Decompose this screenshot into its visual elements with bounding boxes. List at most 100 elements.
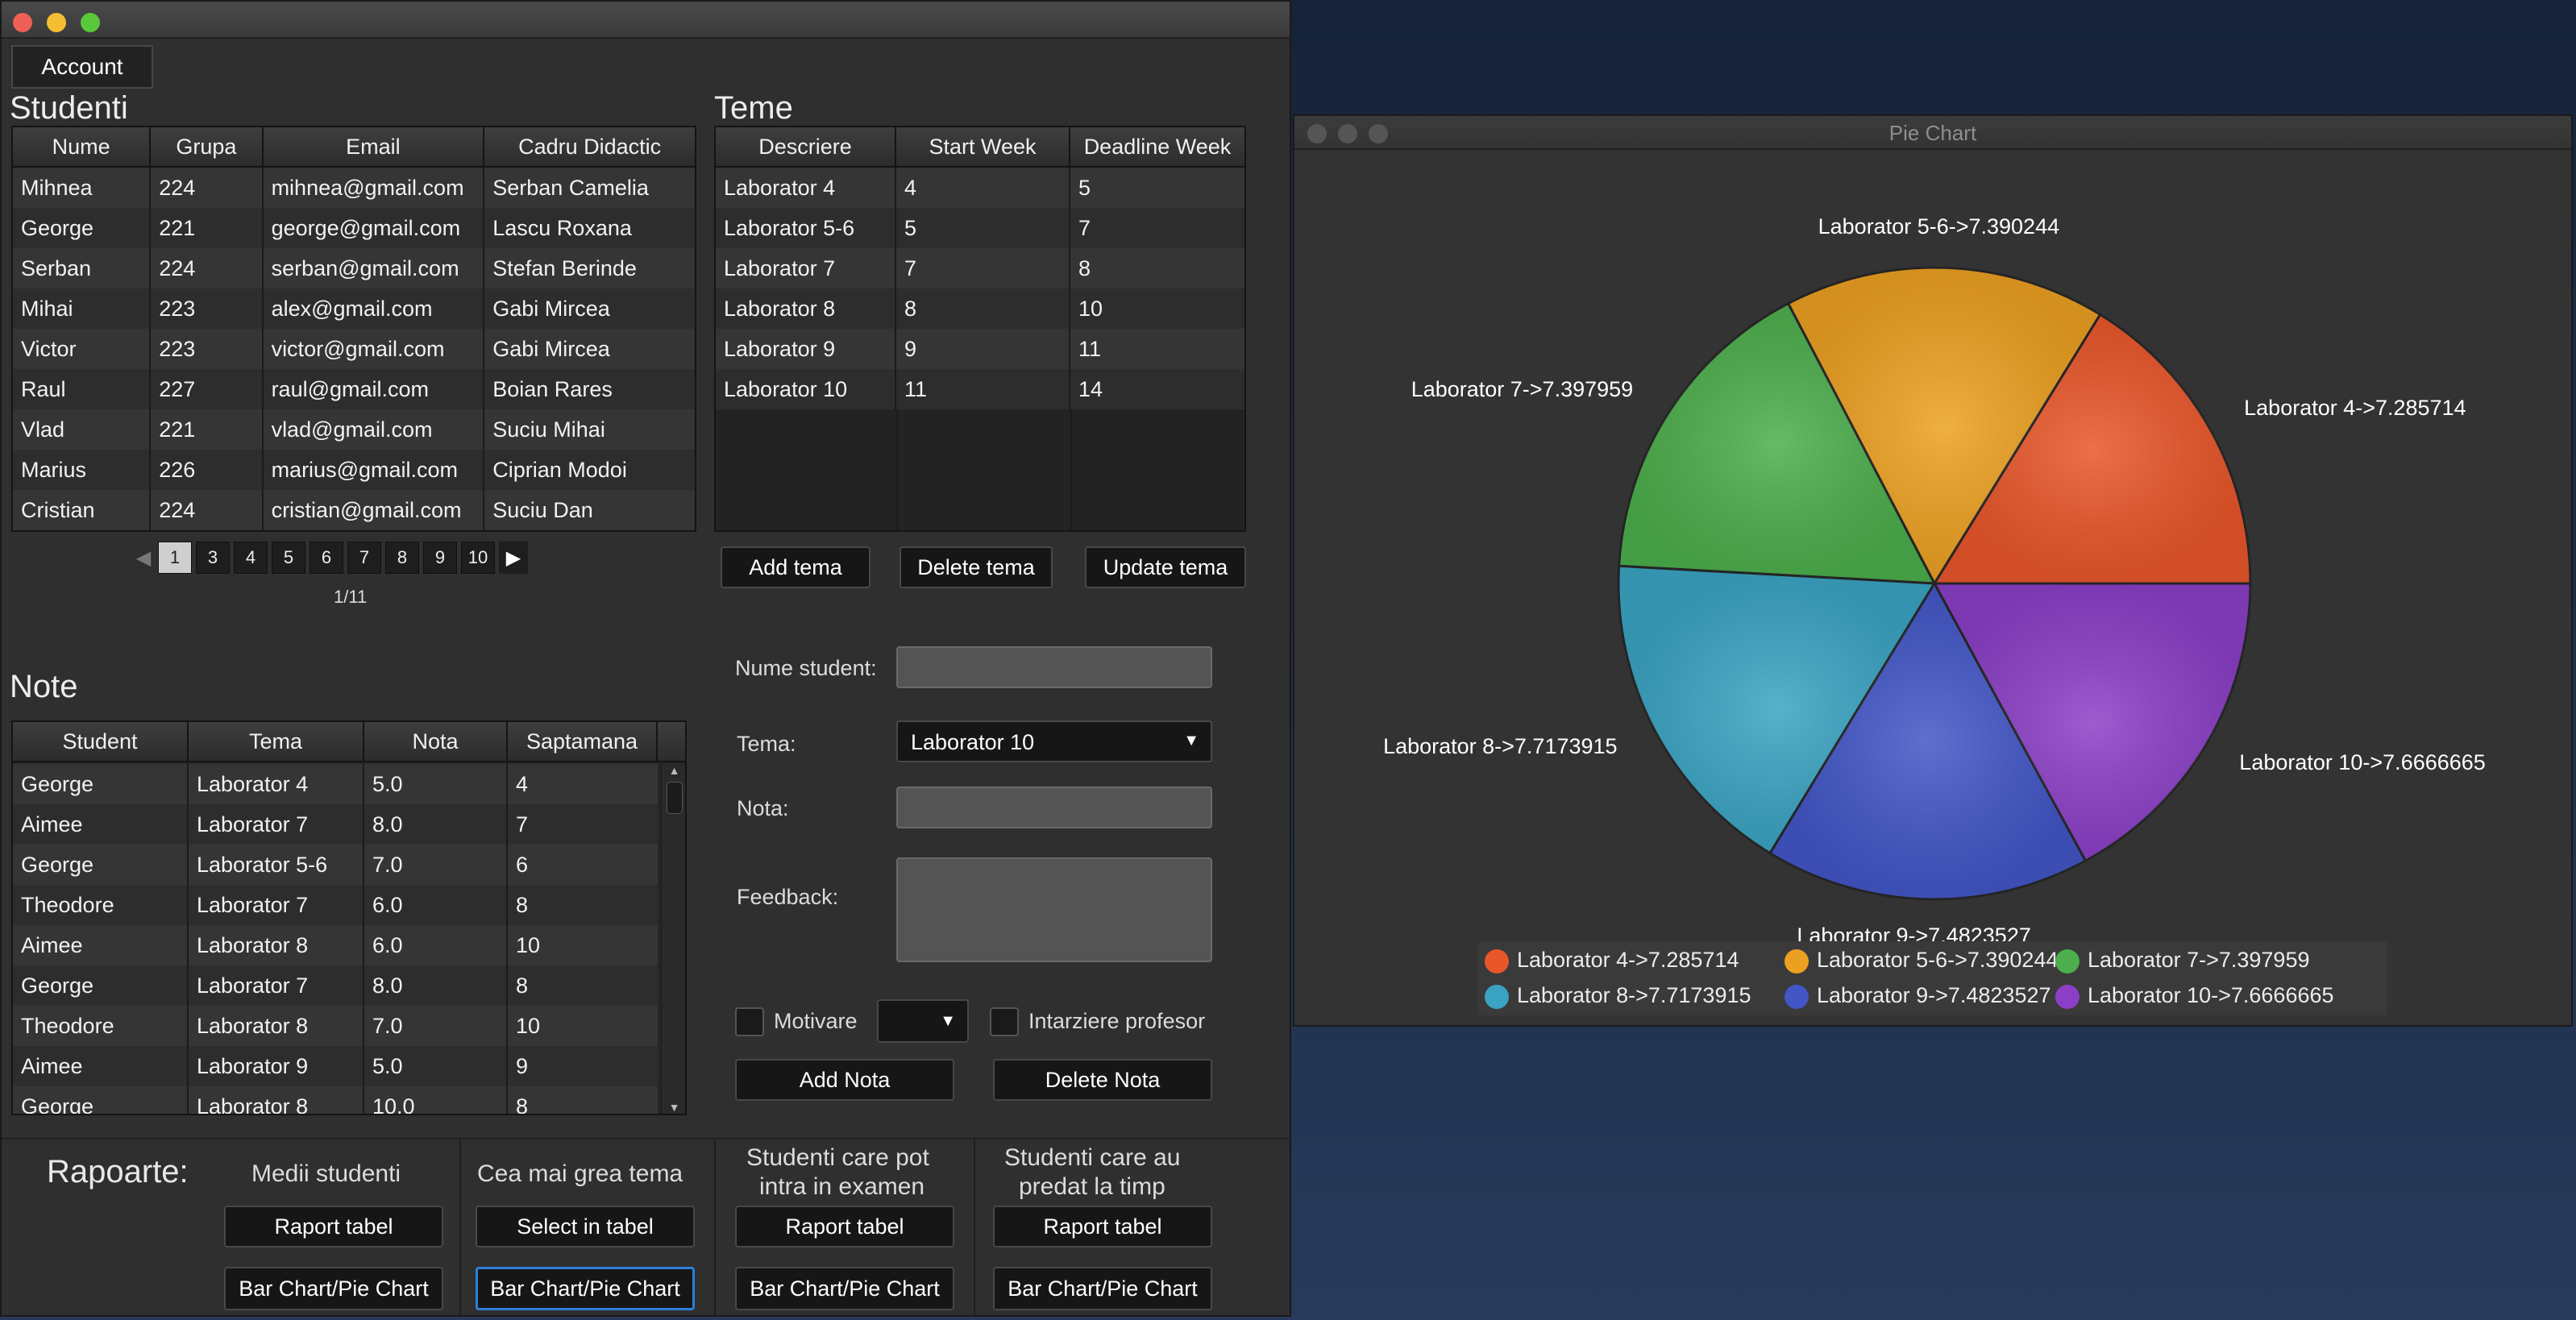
teme-table[interactable]: Descriere Start Week Deadline Week Labor… <box>714 126 1246 532</box>
scrollbar-thumb[interactable] <box>666 782 683 814</box>
timp-chart-button[interactable]: Bar Chart/Pie Chart <box>993 1267 1212 1310</box>
table-cell: 10 <box>1078 296 1103 321</box>
table-cell: Marius <box>13 450 152 490</box>
page-button[interactable]: 1 <box>158 542 192 574</box>
add-nota-button[interactable]: Add Nota <box>735 1059 954 1101</box>
table-row[interactable]: George Laborator 8 10.0 8 <box>13 1086 658 1114</box>
table-row[interactable]: Aimee Laborator 9 5.0 9 <box>13 1046 658 1086</box>
table-row[interactable]: Laborator 9 9 11 <box>716 329 1244 369</box>
maximize-button[interactable] <box>81 13 100 32</box>
chevron-down-icon[interactable]: ▼ <box>662 1101 685 1114</box>
legend-label: Laborator 8->7.7173915 <box>1517 983 1751 1007</box>
table-row[interactable]: George Laborator 7 8.0 8 <box>13 965 658 1006</box>
tema-select-value: Laborator 10 <box>911 730 1035 754</box>
table-row[interactable]: Laborator 778 <box>716 248 1244 288</box>
legend-label: Laborator 10->7.6666665 <box>2088 983 2334 1007</box>
column-header[interactable]: Tema <box>189 722 364 761</box>
timp-raport-tabel-button[interactable]: Raport tabel <box>993 1206 1212 1247</box>
column-header[interactable]: Descriere <box>716 127 896 166</box>
nota-input[interactable] <box>896 787 1212 828</box>
divider <box>714 1139 716 1315</box>
table-row[interactable]: Marius 226 marius@gmail.com Ciprian Modoi <box>13 450 695 490</box>
column-header[interactable]: Nume <box>13 127 152 166</box>
table-row[interactable]: George 221 george@gmail.com Lascu Roxana <box>13 208 695 248</box>
table-row[interactable]: Cristian 224 cristian@gmail.com Suciu Dan <box>13 490 695 530</box>
table-row[interactable]: Laborator 8 8 10 <box>716 288 1244 329</box>
update-tema-button[interactable]: Update tema <box>1085 546 1246 588</box>
column-header[interactable]: Student <box>13 722 189 761</box>
table-row[interactable]: Raul 227 raul@gmail.com Boian Rares <box>13 369 695 409</box>
account-menu[interactable]: Account <box>11 45 153 89</box>
legend-item: Laborator 10->7.6666665 <box>2055 983 2334 1009</box>
page-button[interactable]: 6 <box>310 542 343 574</box>
table-row[interactable]: Laborator 5-6 5 7 <box>716 208 1244 248</box>
delete-nota-button[interactable]: Delete Nota <box>993 1059 1212 1101</box>
page-button[interactable]: 9 <box>423 542 457 574</box>
table-row[interactable]: Vlad 221 vlad@gmail.com Suciu Mihai <box>13 409 695 450</box>
table-row[interactable]: Serban 224 serban@gmail.com Stefan Berinde <box>13 248 695 288</box>
close-button[interactable] <box>13 13 32 32</box>
page-button[interactable]: 5 <box>272 542 305 574</box>
intarziere-checkbox[interactable] <box>990 1007 1019 1036</box>
table-row[interactable]: George Laborator 4 5.0 4 <box>13 764 658 804</box>
table-row[interactable]: Theodore Laborator 8 7.0 10 <box>13 1006 658 1046</box>
medii-raport-tabel-button[interactable]: Raport tabel <box>224 1206 443 1247</box>
tema-label: Tema: <box>737 732 796 756</box>
triangle-right-icon[interactable]: ▶ <box>499 542 528 574</box>
table-row[interactable]: Mihai 223 alex@gmail.com Gabi Mircea <box>13 288 695 329</box>
examen-chart-button[interactable]: Bar Chart/Pie Chart <box>735 1267 954 1310</box>
rapoarte-title: Rapoarte: <box>47 1154 189 1189</box>
table-row[interactable]: Laborator 445 <box>716 168 1244 208</box>
table-cell: Laborator 7 <box>189 804 364 845</box>
page-button[interactable]: 10 <box>461 542 495 574</box>
feedback-textarea[interactable] <box>896 857 1212 962</box>
studenti-table[interactable]: Nume Grupa Email Cadru Didactic Mihnea 22… <box>11 126 696 532</box>
column-header[interactable]: Grupa <box>151 127 264 166</box>
table-cell: Mihai <box>13 288 152 329</box>
motivare-select[interactable]: ▼ <box>877 999 969 1043</box>
legend-swatch <box>2055 948 2079 973</box>
table-row[interactable]: Aimee Laborator 8 6.0 10 <box>13 925 658 965</box>
table-row[interactable]: Laborator 10 11 14 <box>716 369 1244 409</box>
note-table[interactable]: Student Tema Nota Saptamana George Labora… <box>11 720 687 1115</box>
table-cell: 6.0 <box>364 925 508 965</box>
chevron-up-icon[interactable]: ▲ <box>662 764 685 778</box>
motivare-checkbox[interactable] <box>735 1007 764 1036</box>
table-row[interactable]: George Laborator 5-6 7.0 6 <box>13 845 658 885</box>
nume-student-input[interactable] <box>896 646 1212 688</box>
table-row[interactable]: Mihnea 224 mihnea@gmail.com Serban Camelia <box>13 168 695 208</box>
add-tema-button[interactable]: Add tema <box>721 546 870 588</box>
column-header[interactable]: Start Week <box>896 127 1070 166</box>
page-button[interactable]: 8 <box>385 542 419 574</box>
timp-heading-line1: Studenti care au <box>1004 1144 1181 1171</box>
examen-raport-tabel-button[interactable]: Raport tabel <box>735 1206 954 1247</box>
page-button[interactable]: 3 <box>196 542 230 574</box>
triangle-left-icon[interactable]: ◀ <box>129 542 158 574</box>
table-row[interactable]: Victor 223 victor@gmail.com Gabi Mircea <box>13 329 695 369</box>
table-cell: George <box>13 764 189 804</box>
select-in-tabel-button[interactable]: Select in tabel <box>476 1206 695 1247</box>
table-cell: Laborator 7 <box>189 965 364 1006</box>
delete-tema-button[interactable]: Delete tema <box>900 546 1053 588</box>
table-cell: Laborator 7 <box>716 248 896 288</box>
table-cell: George <box>13 965 189 1006</box>
table-cell: Cristian <box>13 490 152 530</box>
grea-tema-chart-button[interactable]: Bar Chart/Pie Chart <box>476 1267 695 1310</box>
table-cell: Serban Camelia <box>492 175 649 200</box>
column-header[interactable]: Email <box>264 127 485 166</box>
minimize-button[interactable] <box>47 13 66 32</box>
table-row[interactable]: Aimee Laborator 7 8.0 7 <box>13 804 658 845</box>
medii-chart-button[interactable]: Bar Chart/Pie Chart <box>224 1267 443 1310</box>
column-header[interactable]: Deadline Week <box>1070 127 1244 166</box>
column-header[interactable]: Cadru Didactic <box>484 127 695 166</box>
page-button[interactable]: 4 <box>234 542 268 574</box>
main-window: Account Studenti Nume Grupa Email Cadru … <box>0 0 1291 1317</box>
note-scrollbar[interactable]: ▲ ▼ <box>661 764 685 1114</box>
pie-titlebar: Pie Chart <box>1294 116 2571 150</box>
page-button[interactable]: 7 <box>347 542 381 574</box>
table-row[interactable]: Theodore Laborator 7 6.0 8 <box>13 885 658 925</box>
column-header[interactable]: Nota <box>364 722 508 761</box>
column-header[interactable]: Saptamana <box>508 722 658 761</box>
tema-select[interactable]: Laborator 10 ▼ <box>896 720 1212 762</box>
table-cell: cristian@gmail.com <box>264 490 485 530</box>
